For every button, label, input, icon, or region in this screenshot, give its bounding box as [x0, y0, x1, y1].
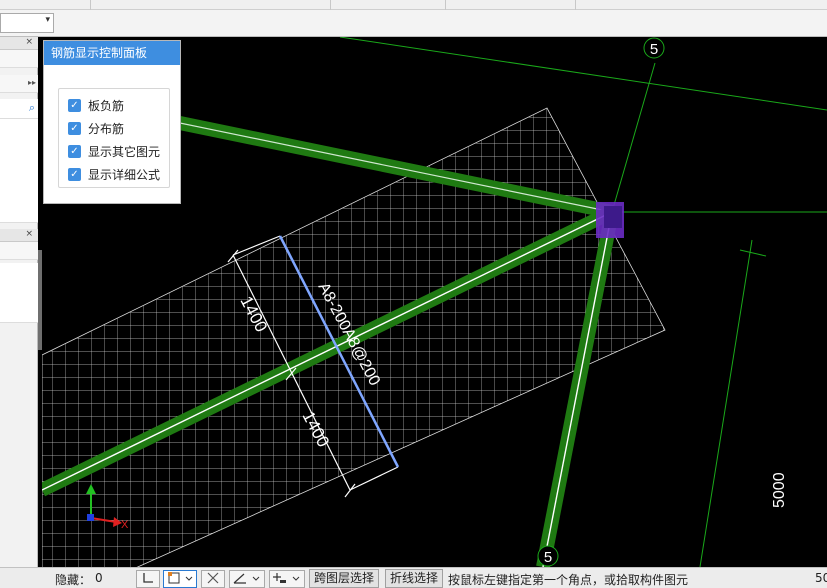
rebar-display-control-panel: 钢筋显示控制面板 ✓ 板负筋 ✓ 分布筋 ✓ 显示其它图元 ✓ 显示详细公式 [43, 40, 181, 204]
option-negative-rebar[interactable]: ✓ 板负筋 [68, 96, 124, 114]
title-divider [330, 0, 331, 10]
checkbox-checked-icon[interactable]: ✓ [68, 144, 81, 158]
options-group: ✓ 板负筋 ✓ 分布筋 ✓ 显示其它图元 ✓ 显示详细公式 [58, 88, 170, 188]
panel-title: 钢筋显示控制面板 [44, 41, 180, 65]
snap-icon [168, 572, 193, 584]
column-outline [604, 206, 622, 228]
cross-icon [207, 572, 219, 584]
polyline-select-button[interactable]: 折线选择 [385, 569, 444, 588]
floor-select-dropdown[interactable]: ▾ [0, 13, 54, 33]
axis-bubble-top: 5 [643, 37, 665, 59]
cross-layer-select-button[interactable]: 跨图层选择 [309, 569, 380, 588]
option-show-other-elements[interactable]: ✓ 显示其它图元 [68, 142, 160, 160]
option-label: 显示其它图元 [88, 144, 161, 159]
option-label: 显示详细公式 [88, 167, 161, 182]
checkbox-checked-icon[interactable]: ✓ [68, 167, 81, 181]
checkbox-checked-icon[interactable]: ✓ [68, 98, 81, 112]
title-divider [575, 0, 576, 10]
ortho-mode-button[interactable] [136, 570, 160, 588]
option-distribution-rebar[interactable]: ✓ 分布筋 [68, 119, 124, 137]
panel-row[interactable] [0, 50, 38, 68]
hidden-count: 0 [95, 571, 103, 585]
panel-header: × [0, 229, 38, 242]
panel-row[interactable]: ▸▸ [0, 75, 38, 93]
axis-label-bottom: 5 [544, 549, 552, 566]
cross-select-button[interactable] [201, 570, 225, 588]
angle-icon [233, 573, 260, 584]
search-icon[interactable]: ⌕ [29, 101, 35, 115]
hidden-label: 隐藏： [55, 573, 92, 587]
angle-snap-button[interactable] [229, 570, 265, 588]
dim-label-right: 5000 [771, 472, 788, 508]
option-label: 分布筋 [88, 121, 125, 136]
left-side-panel: × ▸▸ ⌕ × [0, 37, 38, 567]
ortho-icon [143, 573, 153, 583]
option-label: 板负筋 [88, 98, 125, 113]
chevron-down-icon[interactable]: ▾ [45, 15, 50, 25]
search-field[interactable]: ⌕ [0, 99, 38, 119]
svg-text:X: X [121, 519, 129, 531]
axis-label-top: 5 [650, 41, 658, 58]
toolbar: ▾ [0, 10, 827, 37]
panel-row[interactable] [0, 242, 38, 260]
panel-header: × [0, 37, 38, 50]
checkbox-checked-icon[interactable]: ✓ [68, 121, 81, 135]
status-bar: 隐藏： 0 跨图层选择 折线选择 按鼠标左键指定第一个角点，或拾取构件图元 50 [0, 567, 827, 588]
option-show-detailed-formula[interactable]: ✓ 显示详细公式 [68, 165, 160, 183]
status-right-value: 50 [815, 571, 827, 585]
app-window: ▾ × ▸▸ ⌕ × 1400 1400 A8-200A8@200 5000 5… [0, 0, 827, 588]
point-plus-icon [273, 573, 300, 583]
title-divider [445, 0, 446, 10]
status-hint: 按鼠标左键指定第一个角点，或拾取构件图元 [448, 573, 689, 587]
property-list[interactable] [0, 263, 38, 323]
title-divider [90, 0, 91, 10]
axis-bubble-bottom: 5 [537, 545, 559, 567]
close-icon[interactable]: × [25, 37, 33, 47]
close-icon[interactable]: × [25, 229, 33, 239]
expand-arrows-icon[interactable]: ▸▸ [28, 78, 36, 87]
snap-mode-button[interactable] [163, 570, 197, 588]
tree-list[interactable] [0, 119, 38, 223]
title-strip [0, 0, 827, 10]
point-snap-button[interactable] [269, 570, 305, 588]
